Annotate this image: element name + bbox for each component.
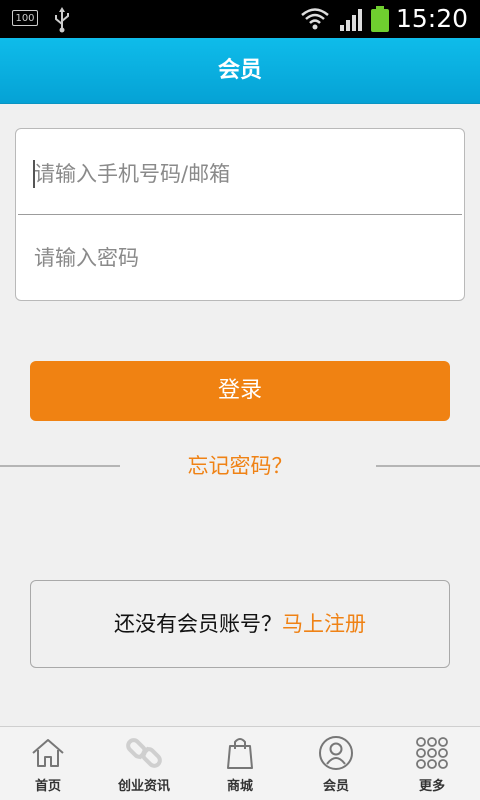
wifi-icon [301,8,329,30]
nav-label-more: 更多 [418,779,445,794]
status-bar: 100 15:20 [0,0,480,38]
nav-item-more[interactable]: 更多 [384,727,480,800]
link-icon [126,738,162,768]
clock: 15:20 [396,4,469,33]
password-input[interactable] [16,215,464,300]
nav-label-home: 首页 [34,779,61,794]
nav-item-home[interactable]: 首页 [0,727,96,800]
divider-right [376,465,480,467]
nav-item-member[interactable]: 会员 [288,727,384,800]
nav-item-mall[interactable]: 商城 [192,727,288,800]
forgot-password-link[interactable]: 忘记密码？ [140,450,340,482]
bottom-nav: 首页 创业资讯 商城 会员 更多 [0,726,480,800]
nav-label-member: 会员 [322,779,349,794]
user-icon [319,736,353,770]
nav-label-mall: 商城 [226,779,253,794]
login-button[interactable]: 登录 [30,361,450,421]
login-form [15,128,465,301]
battery-text-icon: 100 [12,10,38,26]
shopping-bag-icon [227,738,253,769]
nav-label-startup-news: 创业资讯 [117,779,170,794]
header-bar: 会员 [0,38,480,104]
register-link[interactable]: 马上注册 [282,612,366,636]
nav-item-startup-news[interactable]: 创业资讯 [96,727,192,800]
signal-icon [340,9,362,31]
register-prompt: 还没有会员账号？ [114,612,282,636]
page-title: 会员 [217,58,262,83]
home-icon [32,739,64,767]
divider-left [0,465,120,467]
grid-icon [416,737,448,769]
register-box: 还没有会员账号？马上注册 [30,580,450,668]
phone-email-input[interactable] [16,131,464,216]
text-cursor [33,160,35,188]
usb-icon [55,7,69,33]
battery-icon [371,6,389,32]
